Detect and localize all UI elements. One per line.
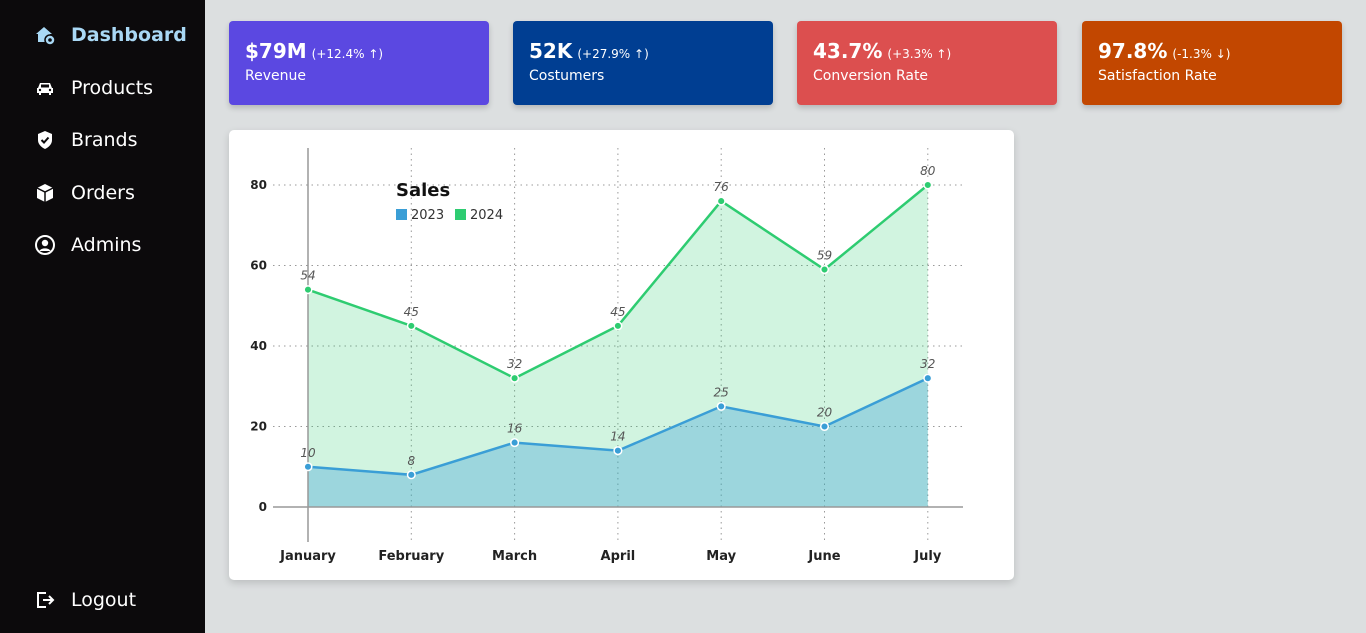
data-label: 20 [817,406,833,420]
legend-label: 2023 [411,208,444,223]
y-tick-label: 40 [250,339,267,353]
data-point [716,401,726,411]
data-point [406,470,416,480]
data-label: 10 [300,446,316,460]
sidebar-item-label: Products [71,77,154,99]
conversion-rate-change: (+3.3% ↑) [887,47,952,61]
legend-swatch [396,209,407,220]
customers-change: (+27.9% ↑) [577,47,649,61]
data-label: 54 [300,269,315,283]
data-label: 45 [610,305,625,319]
y-tick-label: 20 [250,420,267,434]
logout-button[interactable]: Logout [34,585,136,615]
data-point [716,196,726,206]
data-point [613,446,623,456]
logout-icon [34,589,56,611]
shield-check-icon [34,129,56,151]
x-tick-label: January [279,549,336,564]
sidebar-item-brands[interactable]: Brands [34,125,138,155]
data-point [819,421,830,432]
revenue-change: (+12.4% ↑) [311,47,384,61]
x-tick-label: April [601,549,636,564]
sidebar-item-label: Dashboard [71,24,187,46]
legend-label: 2024 [470,208,503,223]
data-label: 14 [610,430,625,444]
data-label: 59 [817,249,832,263]
house-gear-icon [34,24,56,46]
data-point [510,438,520,448]
user-circle-icon [34,234,56,256]
car-icon [34,77,56,99]
data-point [923,373,933,383]
conversion-rate-card: 43.7% (+3.3% ↑) Conversion Rate [797,21,1057,105]
revenue-title: Revenue [245,68,306,84]
customers-value: 52K [529,39,573,63]
sidebar-item-label: Orders [71,182,135,204]
revenue-value: $79M [245,39,307,63]
sales-chart-panel: 10 8 16 14 25 20 32 54 45 32 45 76 59 80 0 20 40 60 80 Janu… [229,130,1014,580]
data-label: 8 [407,454,415,468]
y-tick-label: 60 [250,259,267,273]
box-icon [34,182,56,204]
sidebar-item-orders[interactable]: Orders [34,178,135,208]
data-label: 80 [920,164,936,178]
sidebar-item-admins[interactable]: Admins [34,230,141,260]
satisfaction-rate-card: 97.8% (-1.3% ↓) Satisfaction Rate [1082,21,1342,105]
data-label: 16 [507,422,523,436]
sidebar-item-dashboard[interactable]: Dashboard [34,20,187,50]
data-label: 25 [714,385,729,399]
logout-label: Logout [71,589,137,611]
satisfaction-rate-value: 97.8% [1098,39,1168,63]
data-label: 32 [507,357,522,371]
sidebar-item-products[interactable]: Products [34,73,153,103]
data-label: 45 [404,305,419,319]
data-point [303,285,313,295]
customers-title: Costumers [529,68,605,84]
satisfaction-rate-title: Satisfaction Rate [1098,68,1217,84]
x-tick-label: May [706,549,736,564]
customers-card: 52K (+27.9% ↑) Costumers [513,21,773,105]
sales-chart: 10 8 16 14 25 20 32 54 45 32 45 76 59 80 0 20 40 60 80 Janu… [250,148,963,564]
revenue-card: $79M (+12.4% ↑) Revenue [229,21,489,105]
data-point [613,321,623,331]
legend-swatch [455,209,466,220]
data-label: 32 [920,357,935,371]
data-point [819,264,830,275]
y-tick-label: 0 [259,500,267,514]
x-tick-label: July [913,549,942,564]
conversion-rate-value: 43.7% [813,39,883,63]
data-label: 76 [714,180,730,194]
sidebar: Dashboard Products Brands Orders Admins … [0,0,205,633]
data-point [923,180,933,190]
sidebar-item-label: Brands [71,129,138,151]
x-tick-label: March [492,549,537,564]
data-point [510,373,520,383]
chart-title: Sales [396,180,450,201]
x-tick-label: June [807,549,840,564]
satisfaction-rate-change: (-1.3% ↓) [1172,47,1231,61]
x-tick-label: February [378,549,444,564]
conversion-rate-title: Conversion Rate [813,68,929,84]
data-point [406,321,416,331]
data-point [303,462,313,472]
y-tick-label: 80 [250,178,267,192]
sidebar-item-label: Admins [71,234,142,256]
